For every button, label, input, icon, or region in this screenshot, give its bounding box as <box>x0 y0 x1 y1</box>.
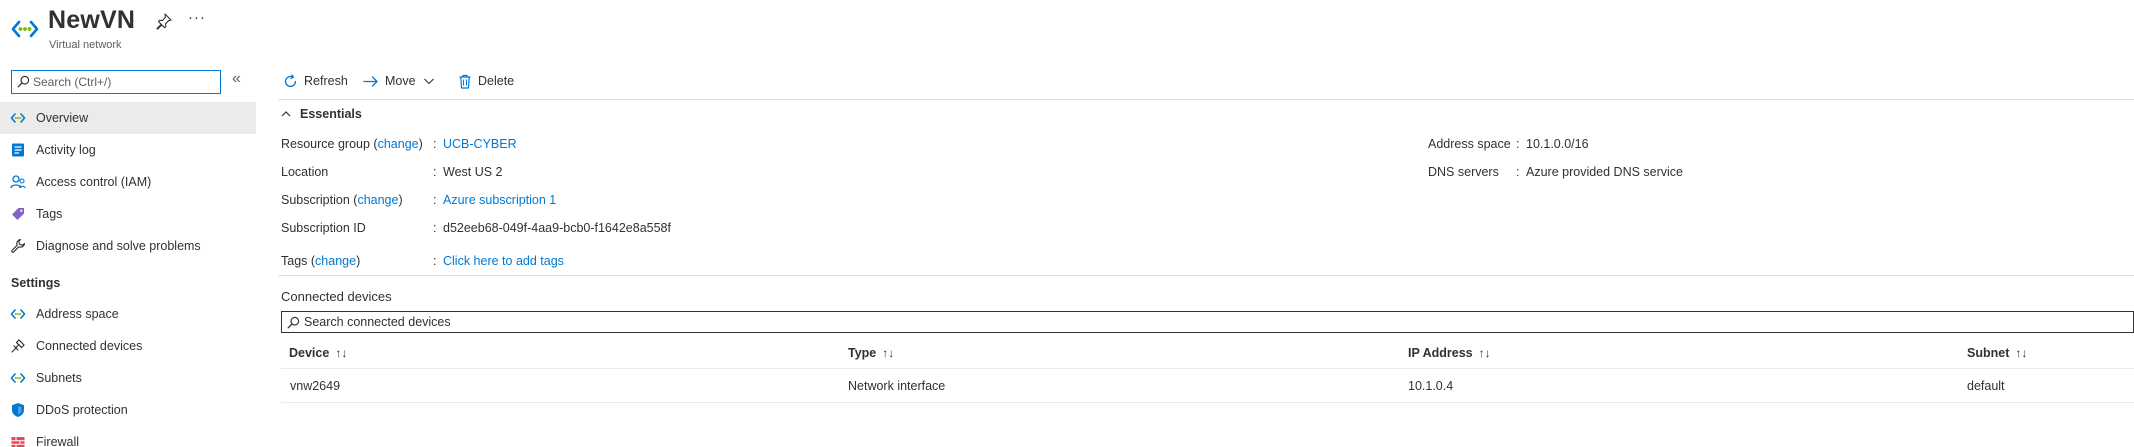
command-bar: Refresh Move Delete <box>278 64 2134 98</box>
refresh-label: Refresh <box>304 74 348 88</box>
wrench-icon <box>11 238 26 253</box>
sidebar-item-ddos-protection[interactable]: DDoS protection <box>0 394 256 426</box>
pin-icon[interactable] <box>155 12 173 30</box>
table-header-divider <box>281 368 2134 369</box>
essentials-label: DNS servers <box>1428 165 1499 179</box>
column-header-subnet[interactable]: Subnet ↑↓ <box>1967 344 2027 362</box>
chevron-down-icon <box>423 78 434 85</box>
essentials-label: Resource group <box>281 137 370 151</box>
sidebar-item-label: Activity log <box>36 143 96 157</box>
tag-icon <box>12 208 24 220</box>
toolbar-divider <box>278 99 2134 100</box>
activity-log-icon <box>12 143 24 157</box>
change-tags-link[interactable]: change <box>315 254 356 268</box>
sidebar-item-diagnose[interactable]: Diagnose and solve problems <box>0 230 256 262</box>
more-options-icon[interactable]: ··· <box>188 9 206 27</box>
essentials-toggle[interactable]: Essentials <box>280 104 362 124</box>
sidebar-search-input[interactable] <box>33 73 218 91</box>
sort-icon: ↑↓ <box>2015 346 2028 360</box>
table-row-divider <box>281 402 2134 403</box>
sidebar-item-connected-devices[interactable]: Connected devices <box>0 330 256 362</box>
firewall-icon <box>11 437 25 447</box>
address-space-value: 10.1.0.0/16 <box>1526 137 1589 151</box>
device-ip-address: 10.1.0.4 <box>1408 379 1454 393</box>
trash-icon <box>459 74 471 89</box>
essentials-label: Subscription ID <box>281 221 366 235</box>
collapse-sidebar-icon[interactable]: « <box>232 71 248 88</box>
move-label: Move <box>385 74 416 88</box>
sidebar-item-label: Connected devices <box>36 339 143 353</box>
dns-servers-value: Azure provided DNS service <box>1526 165 1684 179</box>
delete-label: Delete <box>478 74 515 88</box>
sidebar-item-label: Tags <box>36 207 63 221</box>
sidebar: « Overview Activity log Access control (… <box>0 64 256 447</box>
essentials-label: Address space <box>1428 137 1511 151</box>
device-type: Network interface <box>848 379 946 393</box>
page-title: NewVN <box>48 6 136 34</box>
sidebar-item-activity-log[interactable]: Activity log <box>0 134 256 166</box>
sort-icon: ↑↓ <box>335 346 348 360</box>
essentials-heading: Essentials <box>300 107 362 121</box>
sidebar-item-label: Overview <box>36 111 89 125</box>
search-icon <box>17 75 30 88</box>
search-icon <box>287 316 300 329</box>
sidebar-item-access-control[interactable]: Access control (IAM) <box>0 166 256 198</box>
sidebar-item-tags[interactable]: Tags <box>0 198 256 230</box>
sidebar-item-label: DDoS protection <box>36 403 128 417</box>
move-button[interactable]: Move <box>363 70 442 92</box>
connected-devices-search-input[interactable] <box>304 314 904 330</box>
page-subtitle: Virtual network <box>49 39 122 51</box>
connected-devices-icon <box>11 339 25 353</box>
add-tags-link[interactable]: Click here to add tags <box>443 254 564 268</box>
page-header: NewVN Virtual network ··· <box>0 0 2134 62</box>
essentials-label: Subscription <box>281 193 350 207</box>
sidebar-item-label: Subnets <box>36 371 82 385</box>
location-value: West US 2 <box>443 165 503 179</box>
main-content: Refresh Move Delete Essentials Resource … <box>278 64 2134 447</box>
refresh-button[interactable]: Refresh <box>283 70 348 92</box>
subscription-id-value: d52eeb68-049f-4aa9-bcb0-f1642e8a558f <box>443 221 671 235</box>
resource-group-link[interactable]: UCB-CYBER <box>443 137 517 151</box>
subnets-icon <box>10 373 26 383</box>
sort-icon: ↑↓ <box>882 346 895 360</box>
device-subnet: default <box>1967 379 2005 393</box>
arrow-right-icon <box>363 75 378 87</box>
virtual-network-icon <box>10 113 26 123</box>
sidebar-section-settings: Settings <box>11 276 61 290</box>
sort-icon: ↑↓ <box>1478 346 1491 360</box>
sidebar-item-subnets[interactable]: Subnets <box>0 362 256 394</box>
sidebar-item-overview[interactable]: Overview <box>0 102 256 134</box>
sidebar-item-label: Address space <box>36 307 119 321</box>
sidebar-item-label: Access control (IAM) <box>36 175 152 189</box>
sidebar-item-address-space[interactable]: Address space <box>0 298 256 330</box>
address-space-icon <box>10 309 26 319</box>
sidebar-item-label: Firewall <box>36 435 80 447</box>
virtual-network-icon <box>11 20 39 38</box>
chevron-up-icon <box>281 111 291 117</box>
essentials-label: Location <box>281 165 329 179</box>
sidebar-item-firewall[interactable]: Firewall <box>0 426 256 447</box>
device-link[interactable]: vnw2649 <box>290 379 340 393</box>
sidebar-search-box[interactable] <box>11 70 221 94</box>
column-header-device[interactable]: Device ↑↓ <box>289 344 347 362</box>
change-subscription-link[interactable]: change <box>357 193 398 207</box>
sidebar-item-label: Diagnose and solve problems <box>36 239 201 253</box>
delete-button[interactable]: Delete <box>458 70 514 92</box>
connected-devices-title: Connected devices <box>281 289 392 304</box>
column-header-type[interactable]: Type ↑↓ <box>848 344 894 362</box>
refresh-icon <box>284 73 297 87</box>
subscription-link[interactable]: Azure subscription 1 <box>443 193 556 207</box>
column-header-ip-address[interactable]: IP Address ↑↓ <box>1408 344 1491 362</box>
shield-icon <box>12 403 24 417</box>
access-control-icon <box>10 175 26 189</box>
essentials-label: Tags <box>281 254 308 268</box>
essentials-divider <box>278 275 2134 276</box>
change-resource-group-link[interactable]: change <box>378 137 419 151</box>
connected-devices-search-box[interactable] <box>281 311 2134 333</box>
